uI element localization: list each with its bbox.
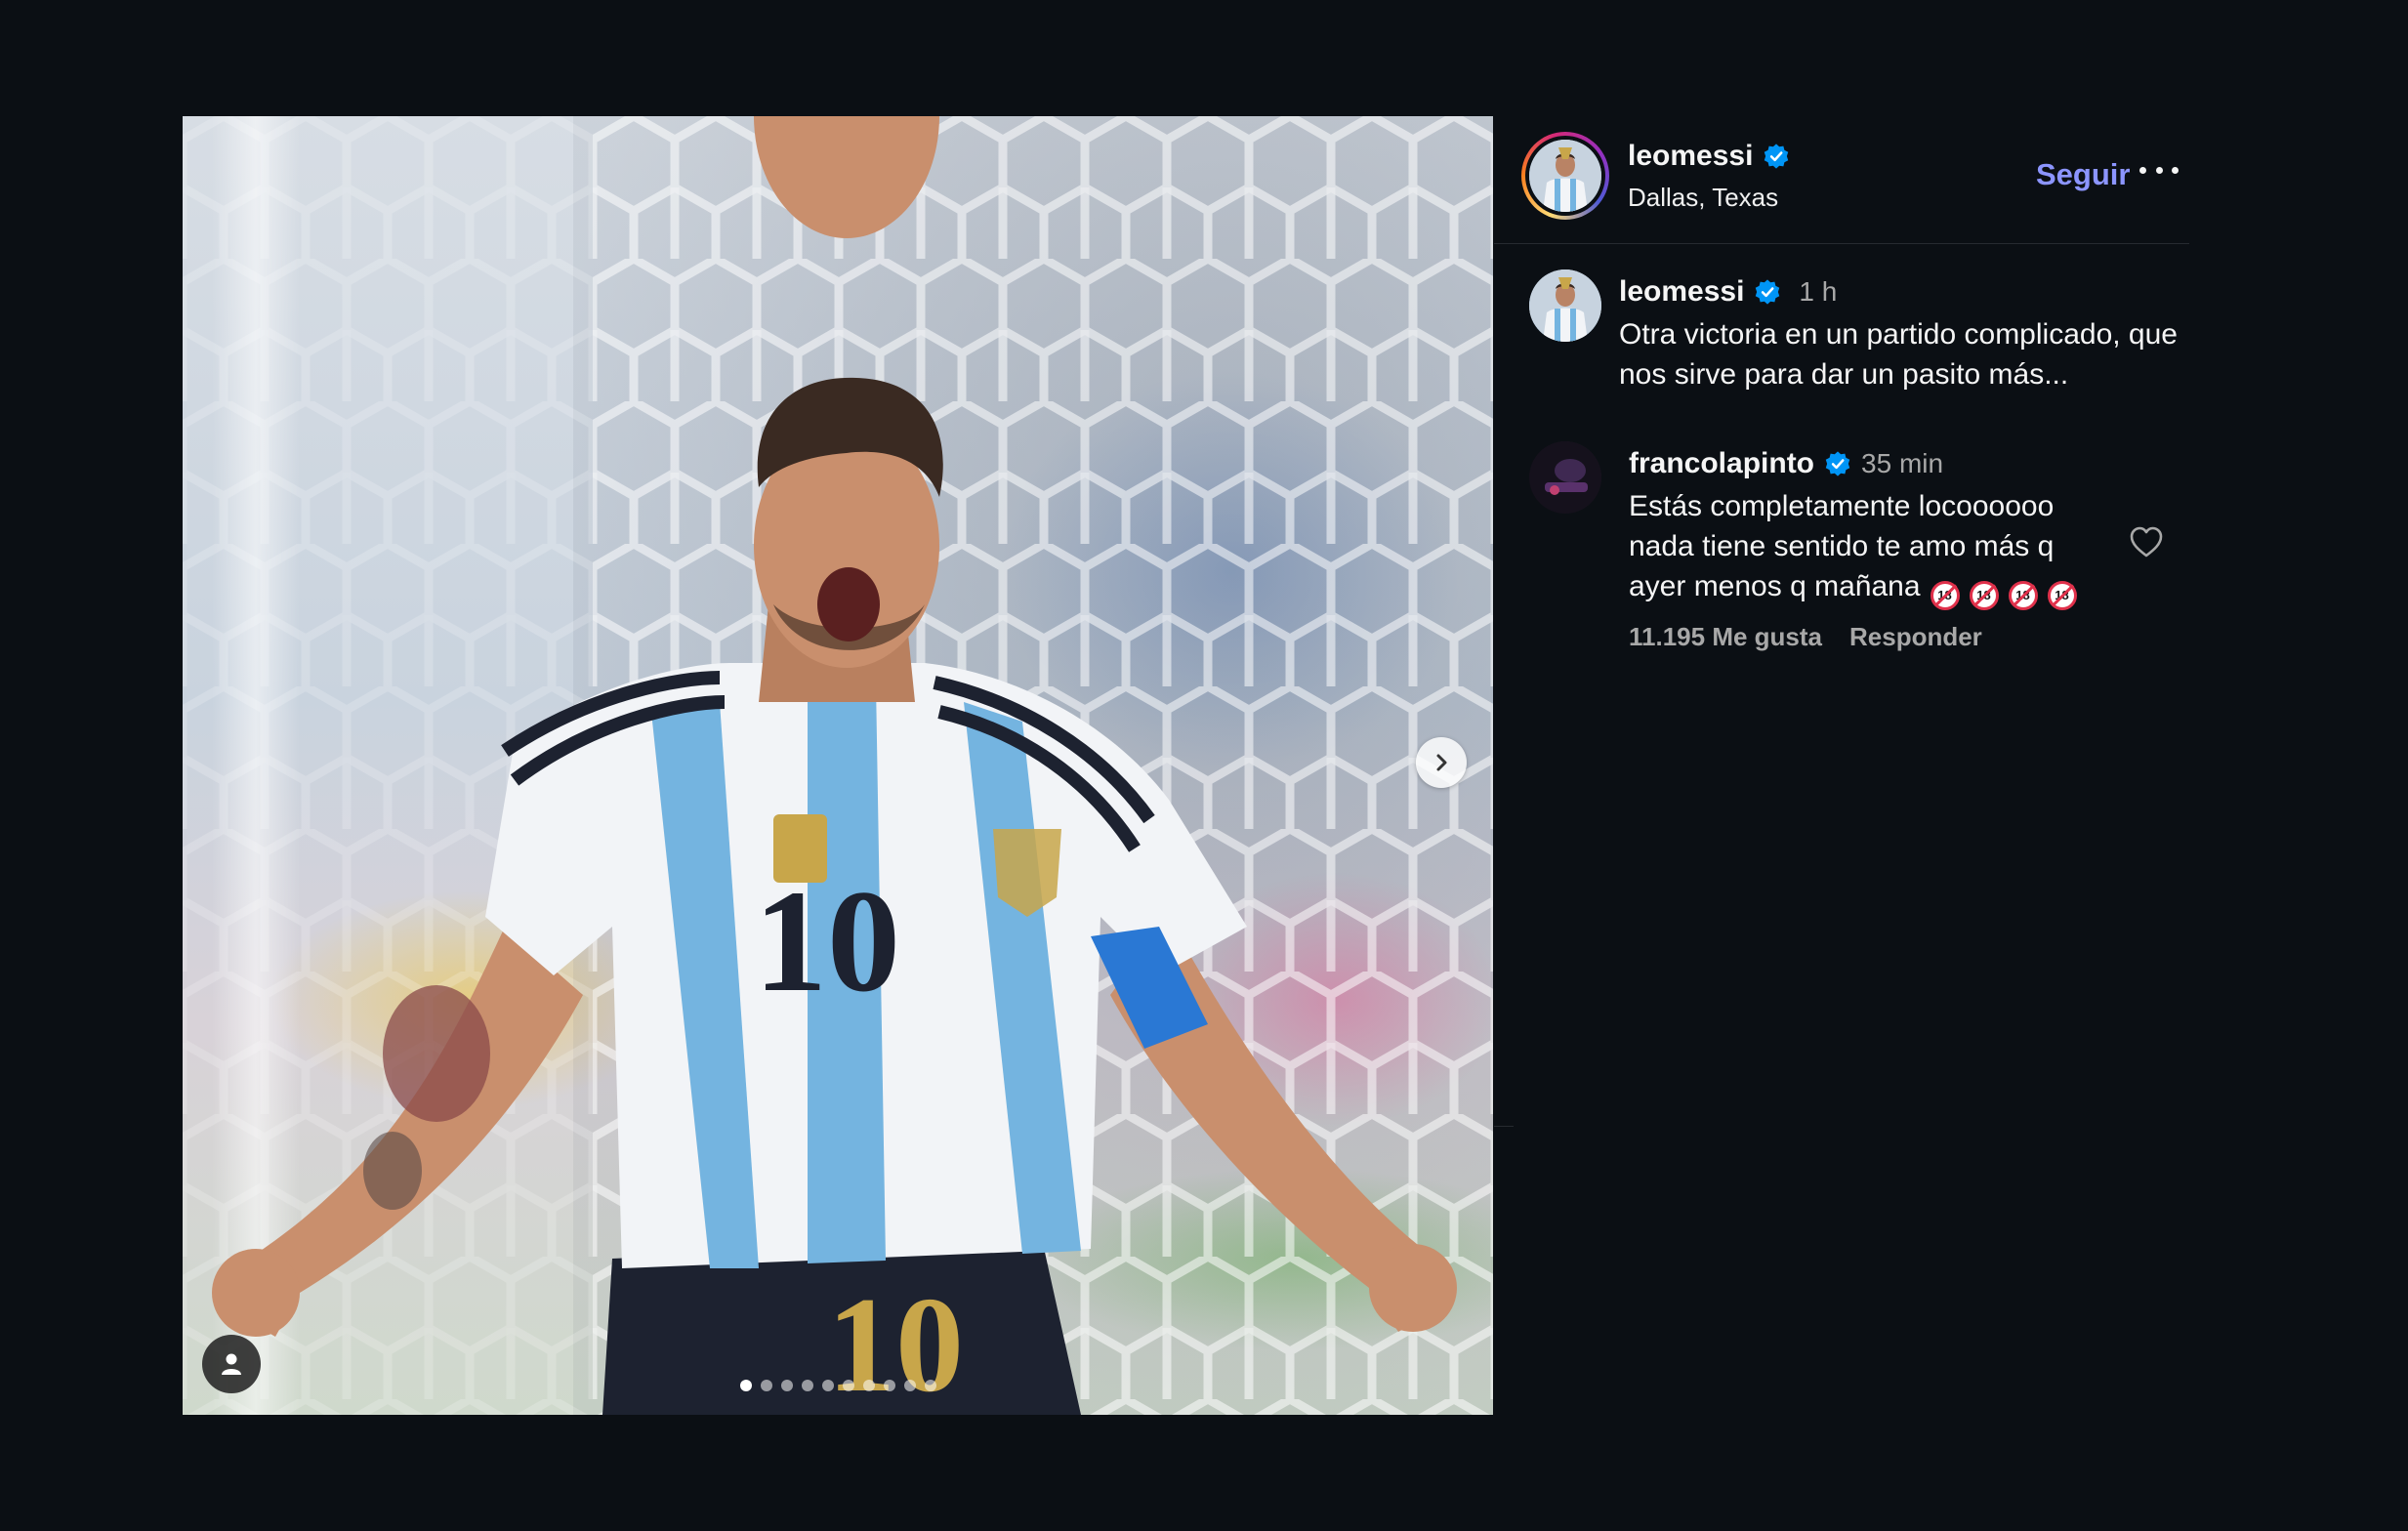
avatar-image: [1529, 269, 1601, 342]
author-avatar[interactable]: [1521, 132, 1609, 220]
more-horizontal-icon: [2139, 166, 2146, 174]
comment-item: francolapinto 35 min Estás completamente…: [1529, 441, 2174, 666]
carousel-dot: [760, 1380, 772, 1391]
avatar-image: [1529, 140, 1601, 212]
comment-actions: 11.195 Me gusta Responder: [1629, 622, 2097, 652]
comment-reply-button[interactable]: Responder: [1849, 622, 1982, 652]
comment-timestamp[interactable]: 35 min: [1861, 448, 1943, 479]
carousel-dot: [903, 1380, 916, 1391]
carousel-dot: [801, 1380, 813, 1391]
author-name-row: leomessi: [1628, 140, 1790, 173]
post-header: leomessi Dallas, Texas Seguir: [1494, 116, 2189, 244]
no-under-18-icon: 18: [1930, 580, 1960, 610]
author-username[interactable]: leomessi: [1628, 140, 1753, 173]
post-sidebar: leomessi Dallas, Texas Seguir leomessi 1…: [1494, 116, 2189, 1415]
user-tag-icon: [222, 1353, 241, 1375]
heart-outline-icon[interactable]: [2129, 525, 2164, 559]
carousel-dot: [739, 1380, 752, 1391]
post-media[interactable]: 10 10: [183, 116, 1493, 1415]
carousel-dot: [780, 1380, 793, 1391]
comment-text: Estás completamente locoooooo nada tiene…: [1629, 486, 2097, 610]
comment-likes-count[interactable]: 11.195 Me gusta: [1629, 622, 1822, 652]
avatar-image: [1529, 441, 1601, 514]
carousel-dot: [862, 1380, 875, 1391]
divider: [1494, 1126, 1514, 1127]
post-location[interactable]: Dallas, Texas: [1628, 183, 1778, 213]
caption-timestamp[interactable]: 1 h: [1799, 276, 1837, 308]
verified-badge-icon: [1764, 144, 1789, 169]
svg-text:10: 10: [754, 860, 900, 1022]
chevron-right-icon: [1436, 754, 1447, 771]
caption-username[interactable]: leomessi: [1619, 275, 1744, 309]
carousel-dot: [821, 1380, 834, 1391]
verified-badge-icon: [1756, 279, 1780, 305]
commenter-username[interactable]: francolapinto: [1629, 447, 1814, 480]
carousel-indicator: [183, 1380, 1493, 1391]
verified-badge-icon: [1825, 451, 1850, 476]
carousel-dot: [883, 1380, 895, 1391]
more-dot: [2155, 166, 2163, 174]
comment-emojis: 18 18 18 18: [1921, 570, 2077, 610]
no-under-18-icon: 18: [1969, 580, 1999, 610]
caption-text: Otra victoria en un partido complicado, …: [1619, 318, 2178, 391]
svg-text:10: 10: [827, 1269, 964, 1415]
caption-avatar[interactable]: [1529, 269, 1601, 342]
more-dot: [2172, 166, 2179, 174]
player-figure: 10 10: [212, 116, 1457, 1415]
more-options-button[interactable]: [2139, 155, 2179, 185]
follow-button[interactable]: Seguir: [2036, 157, 2130, 192]
no-under-18-icon: 18: [2047, 580, 2077, 610]
carousel-next-button[interactable]: [1416, 737, 1467, 788]
commenter-avatar[interactable]: [1529, 441, 1601, 514]
carousel-dot: [842, 1380, 854, 1391]
carousel-dot: [924, 1380, 936, 1391]
no-under-18-icon: 18: [2008, 580, 2038, 610]
